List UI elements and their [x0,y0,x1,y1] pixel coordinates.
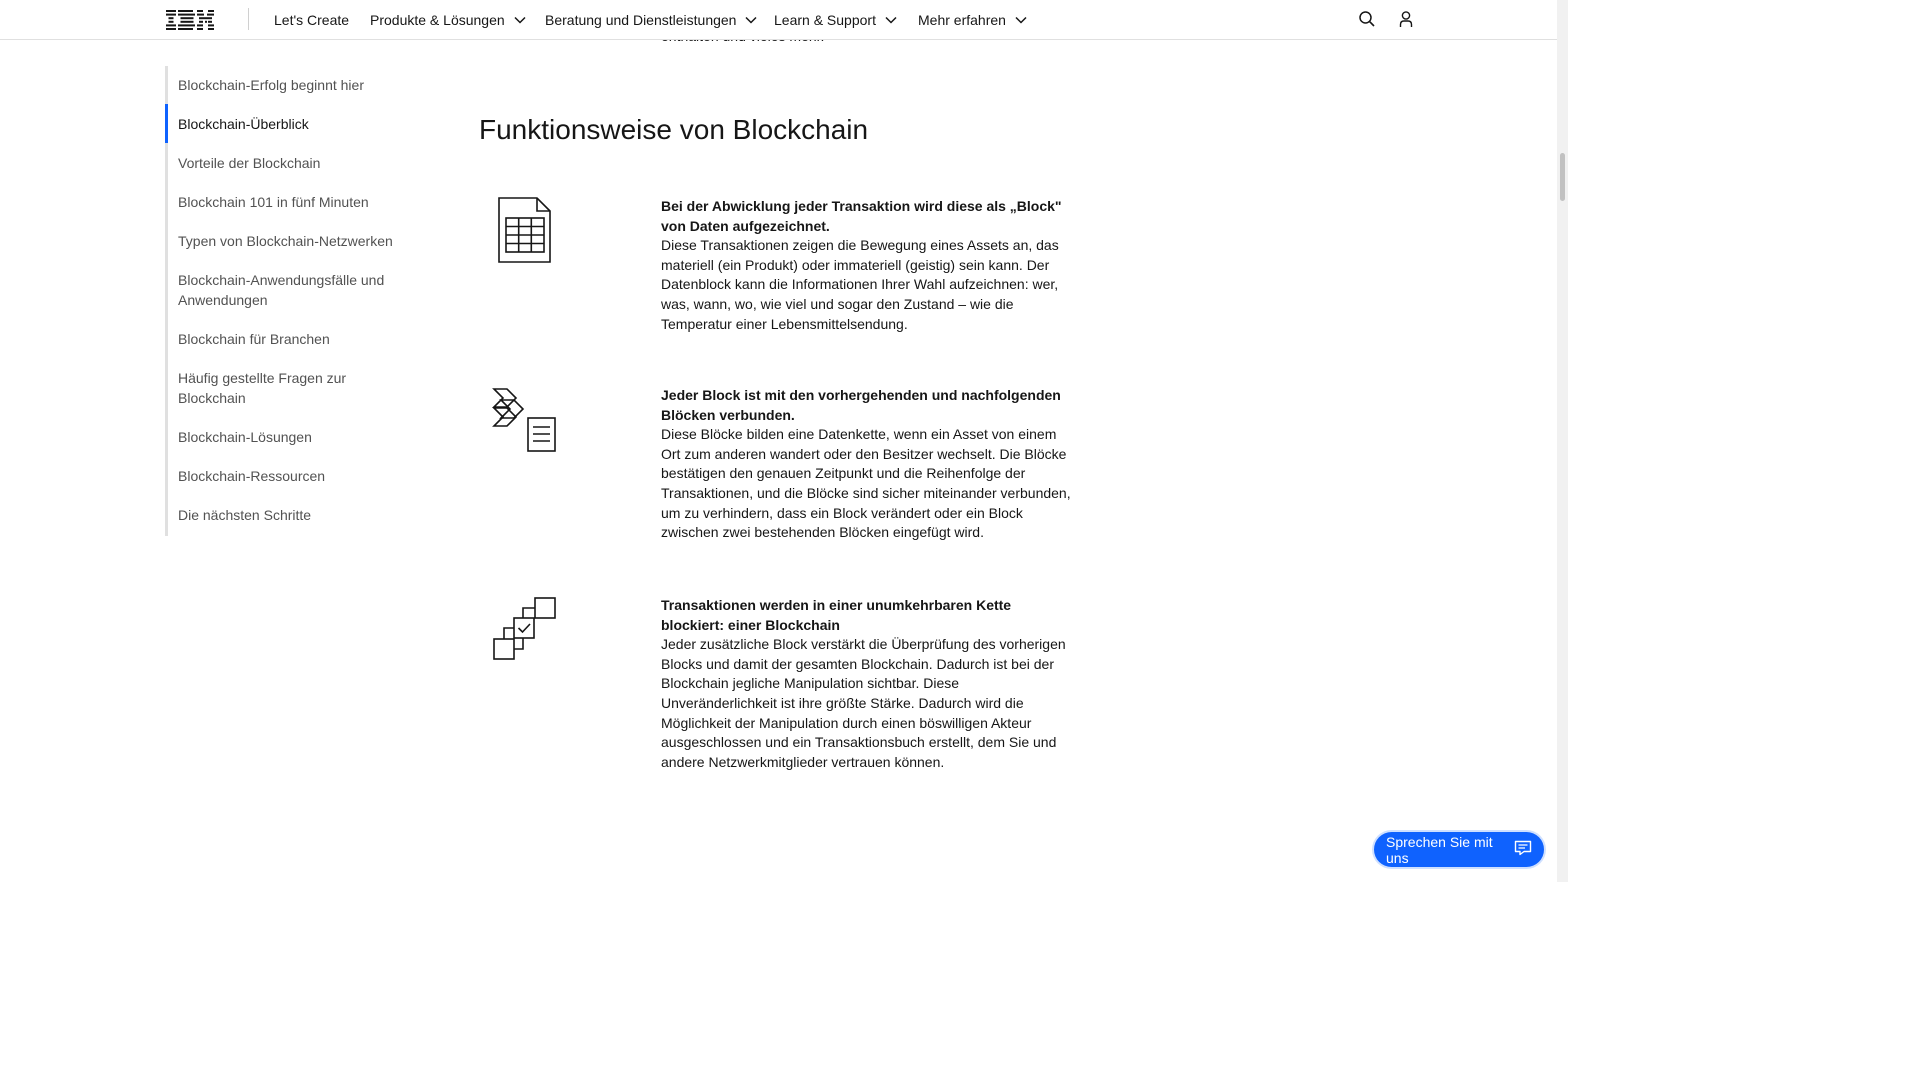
feature-title: Bei der Abwicklung jeder Transaktion wir… [661,198,1062,234]
chevron-down-icon [1015,16,1027,24]
toc-item[interactable]: Vorteile der Blockchain [178,154,398,174]
nav-item-label: Produkte & Lösungen [370,11,505,28]
nav-item-label: Let's Create [274,11,350,28]
toc-item[interactable]: Blockchain-Ressourcen [178,467,398,487]
search-icon[interactable] [1357,9,1377,29]
ibm-logo[interactable] [166,10,214,35]
chat-bubble-icon [1514,840,1532,859]
chevron-down-icon [885,16,897,24]
ibm-logo-icon [166,10,214,30]
toc-item[interactable]: Die nächsten Schritte [178,506,398,526]
nav-item-beratung[interactable]: Beratung und Dienstleistungen [545,0,757,39]
toc-item[interactable]: Typen von Blockchain-Netzwerken [178,232,398,252]
scrollbar-thumb[interactable] [1560,153,1565,201]
nav-item-produkte[interactable]: Produkte & Lösungen [370,0,526,39]
toc-item[interactable]: Blockchain 101 in fünf Minuten [178,193,398,213]
block-chain-checkmark-icon [492,596,558,667]
chevron-down-icon [514,16,526,24]
feature-body: Diese Blöcke bilden eine Datenkette, wen… [661,426,1071,541]
active-indicator [165,104,168,143]
toc-item-active[interactable]: Blockchain-Überblick [178,115,398,135]
chat-button-label: Sprechen Sie mit uns [1386,833,1493,866]
feature-body: Diese Transaktionen zeigen die Bewegung … [661,237,1059,332]
toc-item[interactable]: Blockchain-Lösungen [178,428,398,448]
masthead: Let's Create Produkte & Lösungen Beratun… [0,0,1557,40]
section-title: Funktionsweise von Blockchain [479,114,869,145]
chevron-down-icon [745,16,757,24]
nav-item-label: Learn & Support [774,11,876,28]
feature-block: Transaktionen werden in einer unumkehrba… [661,596,1071,772]
spreadsheet-document-icon [497,196,553,269]
toc-item[interactable]: Blockchain für Branchen [178,330,398,350]
chain-link-document-icon [491,386,559,459]
scrollbar-track[interactable] [1557,0,1568,882]
nav-item-mehr-erfahren[interactable]: Mehr erfahren [918,0,1027,39]
toc-item[interactable]: Häufig gestellte Fragen zur Blockchain [178,369,358,408]
nav-item-label: Beratung und Dienstleistungen [545,11,737,28]
feature-block: Jeder Block ist mit den vorhergehenden u… [661,386,1071,543]
toc-item[interactable]: Blockchain-Erfolg beginnt hier [178,76,398,96]
feature-body: Jeder zusätzliche Block verstärkt die Üb… [661,636,1066,770]
logo-divider [248,8,249,30]
nav-item-learn-support[interactable]: Learn & Support [774,0,897,39]
nav-item-lets-create[interactable]: Let's Create [274,0,349,39]
toc-item[interactable]: Blockchain-Anwendungsfälle und Anwendung… [178,271,388,310]
nav-item-label: Mehr erfahren [918,11,1006,28]
user-icon[interactable] [1396,9,1416,29]
feature-block: Bei der Abwicklung jeder Transaktion wir… [661,197,1071,334]
feature-title: Transaktionen werden in einer unumkehrba… [661,597,1012,633]
chat-button[interactable]: Sprechen Sie mit uns [1374,832,1544,867]
table-of-contents: Blockchain-Erfolg beginnt hier Blockchai… [165,66,408,536]
feature-title: Jeder Block ist mit den vorhergehenden u… [661,387,1061,423]
